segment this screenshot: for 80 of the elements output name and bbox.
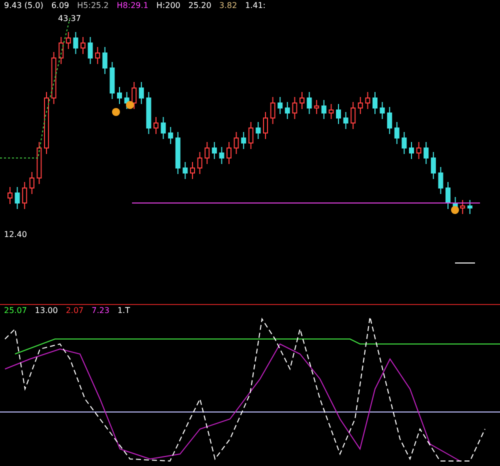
candlestick — [182, 162, 188, 180]
candlestick — [430, 152, 436, 180]
candlestick — [314, 100, 320, 114]
candlestick — [292, 96, 298, 120]
candlestick — [219, 146, 224, 164]
candlestick — [350, 102, 356, 130]
candlestick — [14, 186, 20, 210]
candlestick — [146, 92, 152, 134]
price-label: 43.37 — [58, 14, 81, 23]
candlestick — [160, 116, 166, 140]
candlestick — [409, 142, 414, 160]
indicator-value: 25.07 — [4, 306, 27, 314]
candlestick — [175, 132, 180, 174]
candlestick — [88, 36, 93, 64]
candlestick — [58, 36, 64, 64]
candlestick — [51, 52, 56, 104]
candlestick — [22, 182, 28, 210]
indicator-value: H8:29.1 — [116, 0, 148, 10]
candlestick — [402, 132, 407, 154]
candlestick — [278, 96, 283, 114]
candlestick — [110, 62, 115, 100]
indicator-value: 6.09 — [51, 0, 70, 10]
candlestick — [66, 32, 71, 50]
candlestick — [132, 82, 137, 110]
candlestick — [438, 166, 444, 194]
candlestick — [424, 142, 429, 164]
candlestick — [263, 112, 268, 140]
indicator-value: H:200 — [156, 0, 180, 10]
candlestick — [270, 96, 276, 124]
candlestick — [73, 32, 78, 54]
candlestick — [460, 200, 466, 214]
candlestick — [248, 122, 254, 150]
candlestick — [8, 186, 12, 204]
indicator-value: H5:25.2 — [77, 0, 109, 10]
candlestick — [256, 122, 261, 140]
candlestick — [226, 142, 232, 164]
candlestick — [102, 46, 108, 74]
candlestick — [36, 142, 42, 184]
candlestick — [365, 92, 370, 110]
indicator-value: 7.23 — [92, 306, 110, 314]
indicator-value: 3.82 — [219, 0, 238, 10]
candlestick — [168, 126, 174, 144]
candlestick — [284, 102, 290, 120]
indicator-value: 1.41: — [245, 0, 266, 10]
price-label: 12.40 — [4, 230, 27, 239]
candlestick — [241, 132, 246, 150]
marker-icon — [126, 101, 134, 109]
indicator-value: 9.43 (5.0) — [4, 0, 44, 10]
candlestick — [336, 104, 341, 124]
candlestick — [204, 142, 210, 164]
candlestick — [212, 142, 217, 160]
indicator-value: 25.20 — [188, 0, 212, 10]
indicator-value: 1.T — [117, 306, 130, 314]
candlestick — [321, 100, 326, 120]
candlestick — [343, 112, 348, 130]
candlestick — [95, 46, 100, 64]
candlestick — [190, 162, 195, 180]
candlestick — [446, 182, 450, 210]
candlestick — [117, 86, 122, 104]
candlestick — [358, 96, 363, 114]
candlestick — [380, 102, 385, 120]
candlestick — [234, 132, 239, 154]
candlestick — [138, 82, 144, 104]
candlestick — [394, 122, 400, 144]
candlestick — [306, 92, 312, 114]
candlestick — [44, 92, 49, 154]
candlestick — [154, 116, 158, 134]
candlestick — [387, 106, 392, 134]
indicator-value: 13.00 — [34, 306, 58, 314]
candlestick — [467, 200, 472, 214]
candlestick — [372, 92, 378, 114]
candlestick — [29, 172, 34, 194]
candlestick — [416, 142, 422, 160]
candlestick — [300, 92, 304, 110]
marker-icon — [451, 206, 459, 214]
marker-icon — [112, 108, 120, 116]
indicator-value: 2.07 — [66, 306, 84, 314]
candlestick — [80, 36, 86, 54]
candlestick — [197, 152, 202, 174]
candlestick — [328, 104, 334, 120]
